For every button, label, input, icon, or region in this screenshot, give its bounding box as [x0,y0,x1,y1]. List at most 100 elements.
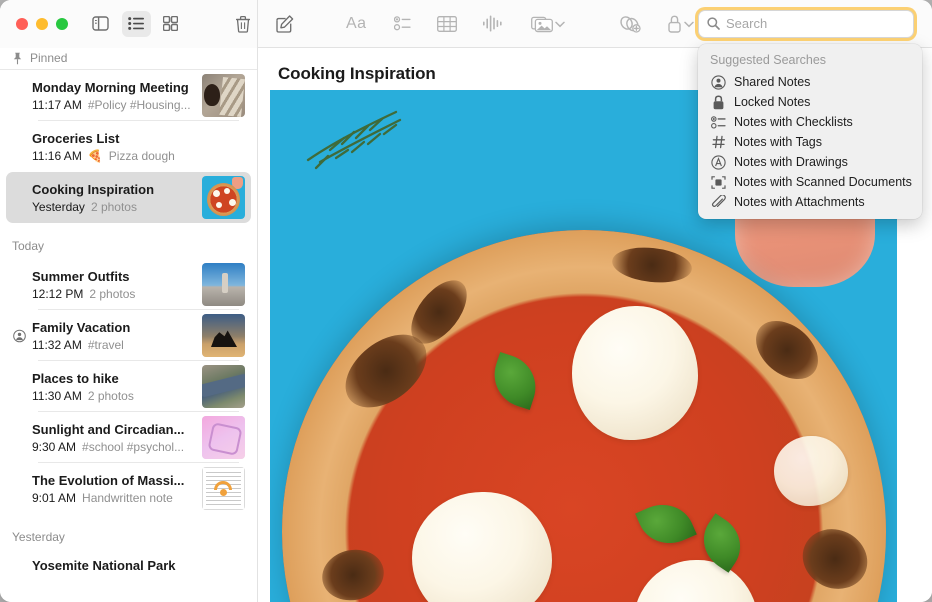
note-title: Yosemite National Park [32,557,245,574]
note-list-item[interactable]: Family Vacation 11:32 AM #travel [6,310,251,361]
note-description: Pizza dough [109,148,175,164]
note-title: Monday Morning Meeting [32,79,194,96]
note-description: 2 photos [89,286,135,302]
notes-list-sidebar[interactable]: Pinned Monday Morning Meeting 11:17 AM #… [0,48,258,602]
pin-icon [12,52,23,65]
minimize-button[interactable] [36,18,48,30]
traffic-lights [0,18,68,30]
drawing-icon [710,154,727,171]
note-list-item[interactable]: Yosemite National Park [6,550,251,580]
scan-icon [710,174,727,191]
hash-icon [710,134,727,151]
note-description: #Policy #Housing... [88,97,191,113]
new-note-icon[interactable] [276,10,294,38]
toolbar-sidebar-section [0,0,258,48]
note-text: Family Vacation 11:32 AM #travel [32,319,194,353]
lock-icon[interactable] [667,10,682,38]
suggestion-label: Locked Notes [734,95,810,109]
suggestion-label: Notes with Tags [734,135,822,149]
shared-note-icon [13,329,26,342]
checklist-icon [710,114,727,131]
toolbar: Aa [0,0,932,48]
note-title: Sunlight and Circadian... [32,421,194,438]
suggestion-drawings[interactable]: Notes with Drawings [698,152,922,172]
note-subtitle: 9:01 AM Handwritten note [32,490,194,506]
note-title: The Evolution of Massi... [32,472,194,489]
note-text: The Evolution of Massi... 9:01 AM Handwr… [32,472,194,506]
note-thumbnail [202,314,245,357]
section-header-yesterday: Yesterday [0,524,257,550]
list-view-icon[interactable] [122,11,150,37]
checklist-icon[interactable] [394,10,411,38]
note-thumbnail [202,416,245,459]
note-subtitle: 12:12 PM 2 photos [32,286,194,302]
note-time: Yesterday [32,199,85,215]
note-thumbnail [202,467,245,510]
table-icon[interactable] [437,10,457,38]
note-time: 11:17 AM [32,97,82,113]
gallery-view-icon[interactable] [157,11,185,37]
format-button[interactable]: Aa [346,10,366,38]
note-thumbnail [202,176,245,219]
suggested-searches-dropdown: Suggested Searches Shared Notes Locked N… [698,44,922,219]
suggestion-label: Notes with Scanned Documents [734,175,912,189]
note-text: Sunlight and Circadian... 9:30 AM #schoo… [32,421,194,455]
note-thumbnail [202,74,245,117]
note-time: 9:30 AM [32,439,76,455]
note-title: Cooking Inspiration [32,181,194,198]
suggestion-locked-notes[interactable]: Locked Notes [698,92,922,112]
note-list-item[interactable]: Summer Outfits 12:12 PM 2 photos [6,259,251,310]
note-subtitle: 9:30 AM #school #psychol... [32,439,194,455]
note-subtitle: 11:17 AM #Policy #Housing... [32,97,194,113]
suggestion-scanned-documents[interactable]: Notes with Scanned Documents [698,172,922,192]
note-emoji: 🍕 [88,148,103,164]
note-text: Cooking Inspiration Yesterday 2 photos [32,181,194,215]
note-list-item[interactable]: Groceries List 11:16 AM 🍕 Pizza dough [6,121,251,172]
note-description: #school #psychol... [82,439,184,455]
note-list-item[interactable]: Sunlight and Circadian... 9:30 AM #schoo… [6,412,251,463]
collaborate-icon[interactable] [619,10,641,38]
note-text: Yosemite National Park [32,557,245,574]
media-icon[interactable] [531,10,553,38]
suggestion-checklists[interactable]: Notes with Checklists [698,112,922,132]
note-title: Family Vacation [32,319,194,336]
note-list-item[interactable]: Monday Morning Meeting 11:17 AM #Policy … [6,70,251,121]
note-description: Handwritten note [82,490,173,506]
person-circle-icon [710,74,727,91]
paperclip-icon [710,194,727,211]
suggestion-label: Notes with Checklists [734,115,853,129]
audio-icon[interactable] [483,10,503,38]
note-text: Summer Outfits 12:12 PM 2 photos [32,268,194,302]
section-header-pinned: Pinned [0,48,257,70]
suggestion-shared-notes[interactable]: Shared Notes [698,72,922,92]
suggestion-attachments[interactable]: Notes with Attachments [698,192,922,212]
suggestion-tags[interactable]: Notes with Tags [698,132,922,152]
section-title: Yesterday [12,530,65,544]
note-subtitle: Yesterday 2 photos [32,199,194,215]
note-list-item-selected[interactable]: Cooking Inspiration Yesterday 2 photos [6,172,251,223]
lock-chevron-down-icon[interactable] [684,15,694,33]
note-description: #travel [88,337,124,353]
toolbar-main-section: Aa [258,0,932,48]
section-title: Pinned [30,51,67,65]
note-title: Summer Outfits [32,268,194,285]
section-title: Today [12,239,44,253]
note-title: Places to hike [32,370,194,387]
media-chevron-down-icon[interactable] [555,15,565,33]
note-subtitle: 11:16 AM 🍕 Pizza dough [32,148,245,164]
close-button[interactable] [16,18,28,30]
sidebar-toggle-icon[interactable] [86,11,114,37]
note-time: 11:30 AM [32,388,82,404]
notes-window: Aa [0,0,932,602]
note-list-item[interactable]: Places to hike 11:30 AM 2 photos [6,361,251,412]
delete-note-icon[interactable] [229,11,257,37]
search-icon [707,17,720,30]
search-field[interactable] [698,10,914,38]
search-input[interactable] [726,16,905,31]
zoom-button[interactable] [56,18,68,30]
note-thumbnail [202,263,245,306]
suggestion-label: Notes with Drawings [734,155,848,169]
note-time: 11:32 AM [32,337,82,353]
lock-icon [710,94,727,111]
note-list-item[interactable]: The Evolution of Massi... 9:01 AM Handwr… [6,463,251,514]
